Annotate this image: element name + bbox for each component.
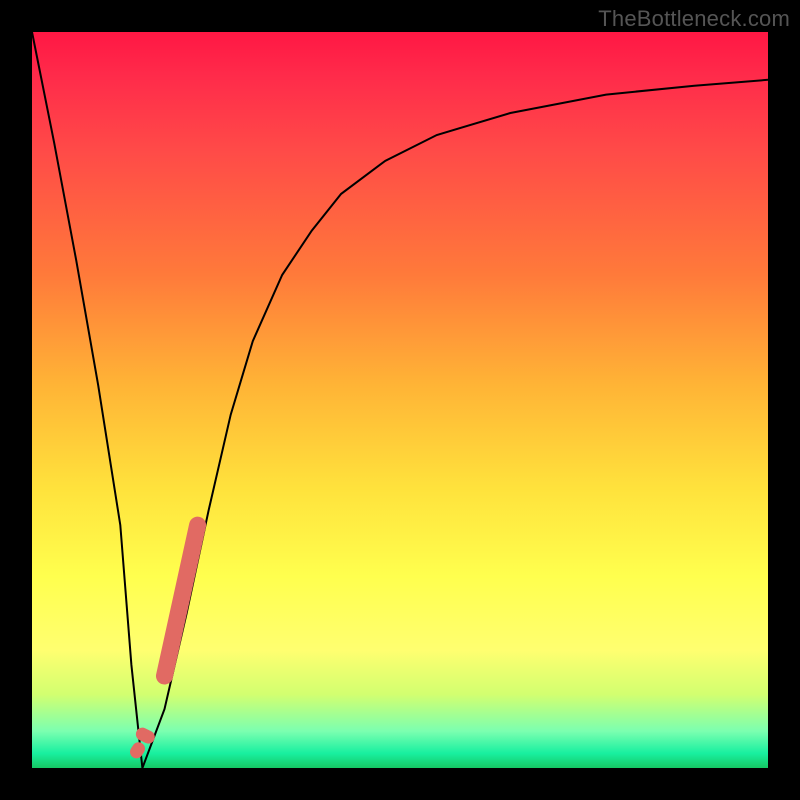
watermark-text: TheBottleneck.com [598, 6, 790, 32]
bottleneck-curve [32, 32, 768, 768]
chart-svg [32, 32, 768, 768]
plot-area [32, 32, 768, 768]
highlight-segment [137, 525, 198, 752]
chart-frame: TheBottleneck.com [0, 0, 800, 800]
